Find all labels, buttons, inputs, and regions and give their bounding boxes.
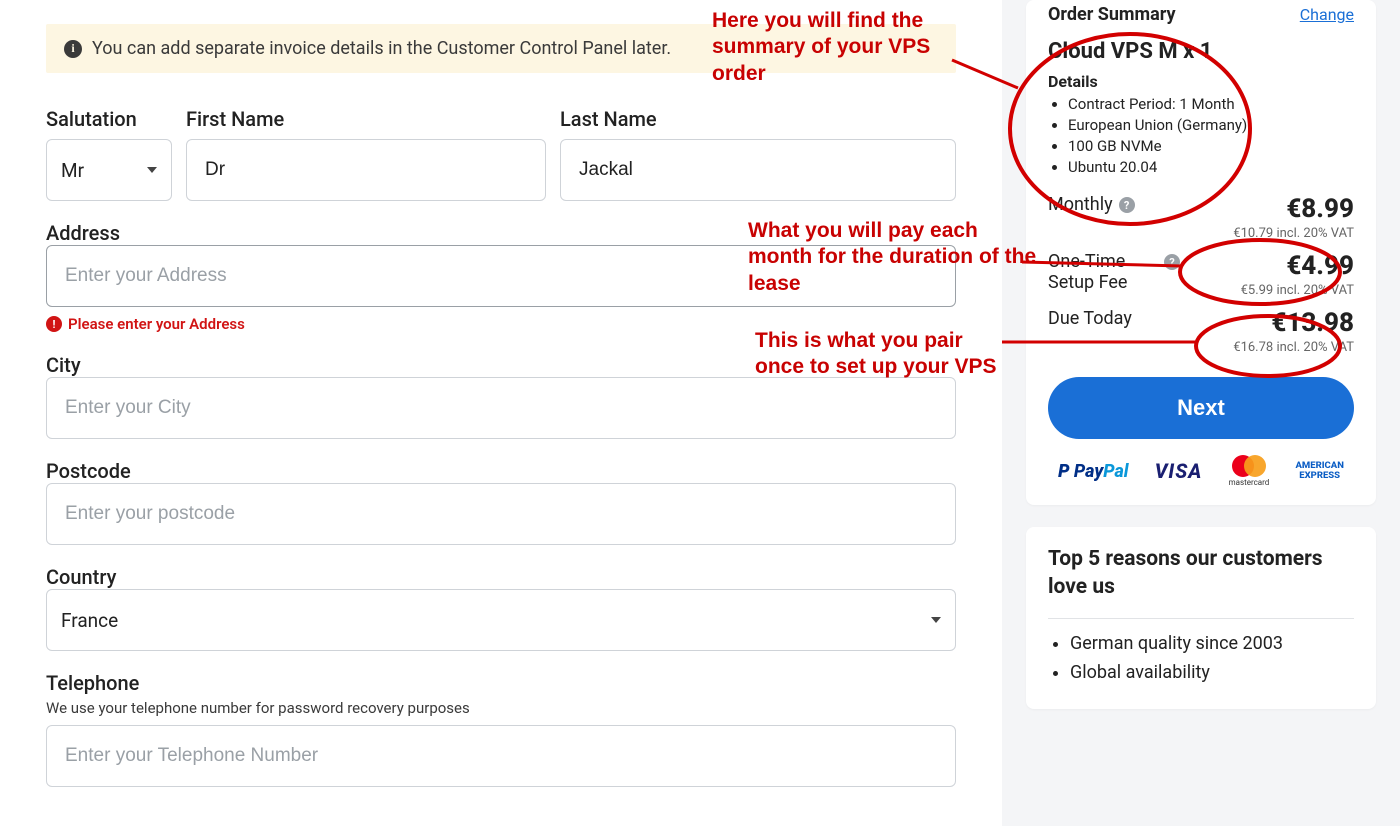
help-icon[interactable]: ? <box>1119 197 1135 213</box>
country-value: France <box>61 609 118 632</box>
salutation-value: Mr <box>61 159 84 182</box>
help-icon[interactable]: ? <box>1164 254 1180 270</box>
reason-item: Global availability <box>1070 662 1354 683</box>
divider <box>1048 618 1354 619</box>
due-today-label: Due Today <box>1048 308 1132 329</box>
address-input[interactable] <box>46 245 956 307</box>
details-list: Contract Period: 1 Month European Union … <box>1048 95 1354 176</box>
last-name-label: Last Name <box>560 107 956 131</box>
chevron-down-icon <box>931 617 941 623</box>
error-icon: ! <box>46 316 62 332</box>
first-name-input[interactable] <box>186 139 546 201</box>
salutation-dropdown[interactable]: Mr <box>46 139 172 201</box>
city-label: City <box>46 353 81 377</box>
country-dropdown[interactable]: France <box>46 589 956 651</box>
paypal-logo: P PayPal <box>1058 461 1128 482</box>
due-today-price: €13.98 <box>1233 308 1354 338</box>
setup-label: One-Time Setup Fee <box>1048 251 1158 293</box>
reason-item: German quality since 2003 <box>1070 633 1354 654</box>
chevron-down-icon <box>147 167 157 173</box>
monthly-price: €8.99 <box>1233 194 1354 224</box>
address-error-text: Please enter your Address <box>68 315 245 333</box>
detail-item: 100 GB NVMe <box>1068 137 1354 155</box>
invoice-notice: i You can add separate invoice details i… <box>46 24 956 73</box>
reasons-title: Top 5 reasons our customers love us <box>1048 545 1354 602</box>
visa-logo: VISA <box>1155 459 1203 483</box>
postcode-input[interactable] <box>46 483 956 545</box>
address-label: Address <box>46 221 120 245</box>
next-button[interactable]: Next <box>1048 377 1354 439</box>
telephone-label: Telephone <box>46 671 139 695</box>
first-name-label: First Name <box>186 107 546 131</box>
info-icon: i <box>64 40 82 58</box>
detail-item: European Union (Germany) <box>1068 116 1354 134</box>
notice-text: You can add separate invoice details in … <box>92 38 671 59</box>
postcode-label: Postcode <box>46 459 131 483</box>
mastercard-logo: mastercard <box>1229 455 1270 487</box>
due-today-vat: €16.78 incl. 20% VAT <box>1233 340 1354 355</box>
reasons-list: German quality since 2003 Global availab… <box>1048 633 1354 683</box>
setup-price: €4.99 <box>1241 251 1354 281</box>
city-input[interactable] <box>46 377 956 439</box>
monthly-label: Monthly <box>1048 194 1113 215</box>
salutation-label: Salutation <box>46 107 172 131</box>
payment-logos: P PayPal VISA mastercard AMERICAN EXPRES… <box>1048 455 1354 487</box>
detail-item: Contract Period: 1 Month <box>1068 95 1354 113</box>
telephone-input[interactable] <box>46 725 956 787</box>
country-label: Country <box>46 565 116 589</box>
setup-vat: €5.99 incl. 20% VAT <box>1241 283 1354 298</box>
product-name: Cloud VPS M x 1 <box>1048 39 1354 64</box>
address-error: ! Please enter your Address <box>46 315 956 333</box>
order-summary-heading: Order Summary <box>1048 4 1176 25</box>
order-summary-card: Order Summary Change Cloud VPS M x 1 Det… <box>1026 0 1376 505</box>
change-link[interactable]: Change <box>1300 5 1354 24</box>
details-heading: Details <box>1048 72 1354 91</box>
detail-item: Ubuntu 20.04 <box>1068 158 1354 176</box>
reasons-card: Top 5 reasons our customers love us Germ… <box>1026 527 1376 709</box>
last-name-input[interactable] <box>560 139 956 201</box>
monthly-vat: €10.79 incl. 20% VAT <box>1233 226 1354 241</box>
amex-logo: AMERICAN EXPRESS <box>1296 461 1344 481</box>
telephone-helper: We use your telephone number for passwor… <box>46 699 956 717</box>
